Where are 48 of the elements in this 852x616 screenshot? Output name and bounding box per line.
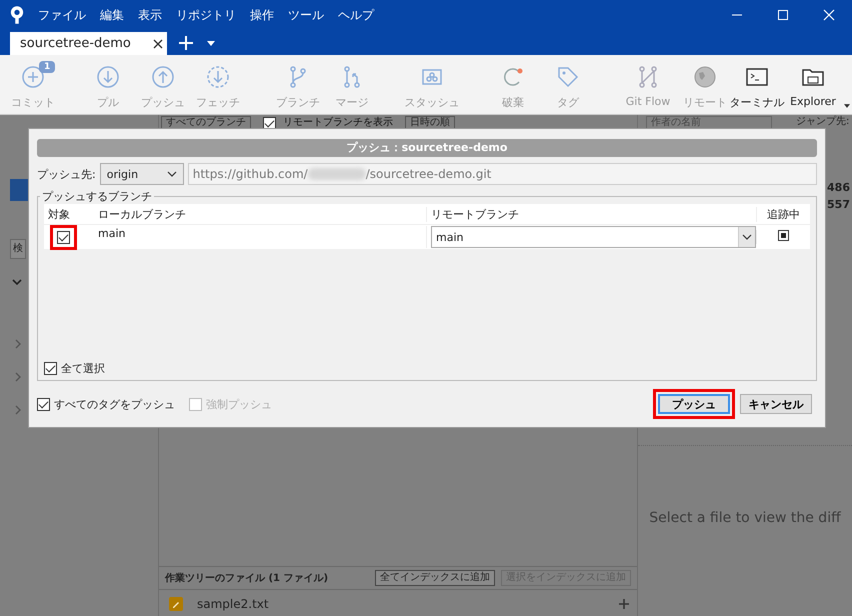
commit-text: 486 xyxy=(827,181,850,194)
column-header: ローカルブランチ xyxy=(97,206,187,222)
dialog-button[interactable]: プッシュ xyxy=(658,394,730,414)
menu-item[interactable]: 操作 xyxy=(250,6,274,24)
tracking-checkbox[interactable] xyxy=(778,230,789,241)
column-header: 追跡中 xyxy=(756,206,810,222)
chevron-icon[interactable] xyxy=(12,277,22,287)
logo-icon xyxy=(10,5,24,25)
empty-diff-message: Select a file to view the diff xyxy=(648,509,842,528)
caret-icon[interactable] xyxy=(206,41,215,46)
chevron-icon xyxy=(166,171,177,177)
table-cell-text: main xyxy=(97,226,126,240)
checkbox[interactable] xyxy=(57,230,70,244)
menu-item[interactable]: ツール xyxy=(288,6,324,24)
remote-dropdown[interactable]: origin xyxy=(100,163,184,185)
count-badge: 1 xyxy=(39,61,56,73)
section-title: 作業ツリーのファイル (1 ファイル) xyxy=(165,572,328,585)
globe-icon xyxy=(693,65,717,89)
chevron-icon xyxy=(742,234,752,240)
redaction-blur xyxy=(308,168,366,180)
menu-item[interactable]: 編集 xyxy=(100,6,124,24)
select-all-checkbox[interactable]: 全て選択 xyxy=(44,361,105,376)
commit-text: 557 xyxy=(827,198,850,211)
maximize-icon[interactable] xyxy=(777,9,789,21)
tag-icon xyxy=(556,65,580,89)
group-title: プッシュするブランチ xyxy=(41,189,153,204)
stage-button[interactable]: 全てインデックスに追加 xyxy=(375,570,495,586)
repo-tab[interactable]: sourcetree-demo xyxy=(10,32,167,55)
pencil-icon xyxy=(169,597,183,611)
file-name[interactable]: sample2.txt xyxy=(197,597,269,611)
dialog-title: プッシュ：sourcetree-demo xyxy=(37,139,817,157)
remote-branch-dropdown[interactable]: main xyxy=(431,226,756,248)
menu-item[interactable]: 表示 xyxy=(138,6,162,24)
dialog-button[interactable]: キャンセル xyxy=(740,394,812,414)
menu-item[interactable]: ファイル xyxy=(38,6,86,24)
url-field[interactable]: https://github.com/ /sourcetree-demo.git xyxy=(188,163,817,185)
search-button[interactable]: 検 xyxy=(10,239,26,259)
caret-icon[interactable] xyxy=(844,104,850,108)
menu-item[interactable]: リポジトリ xyxy=(176,6,236,24)
option-checkbox[interactable]: すべてのタグをプッシュ xyxy=(37,396,175,412)
plus-circle-icon xyxy=(21,65,45,89)
close-icon[interactable] xyxy=(152,38,163,48)
jump-label: ジャンプ先: xyxy=(796,116,850,129)
menu-item[interactable]: ヘルプ xyxy=(338,6,374,24)
column-header: リモートブランチ xyxy=(426,206,756,222)
toolbar-button[interactable]: Explorer xyxy=(789,55,837,108)
field-label: プッシュ先: xyxy=(37,166,96,182)
column-header: 対象 xyxy=(47,206,71,222)
